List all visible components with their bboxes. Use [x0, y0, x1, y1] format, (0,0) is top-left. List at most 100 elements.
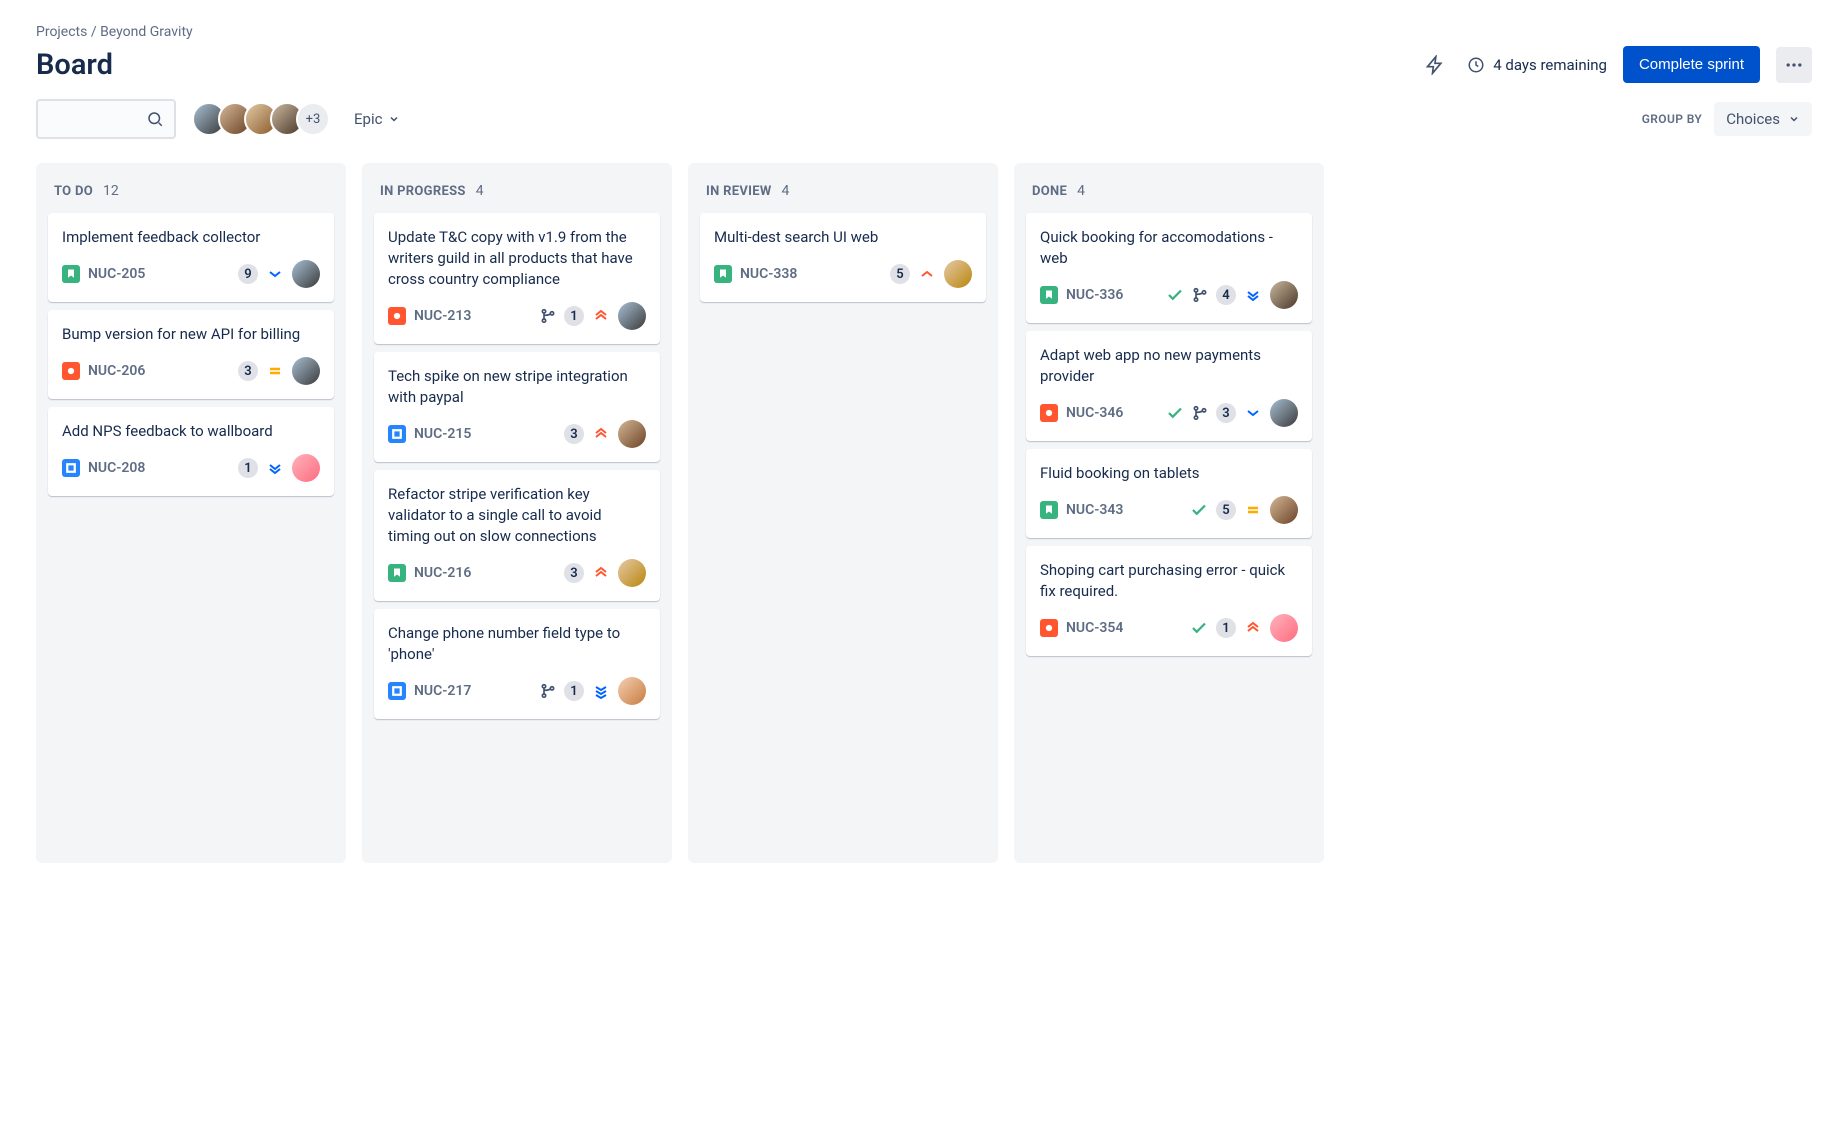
column-header: DONE 4 — [1026, 175, 1312, 213]
issue-key[interactable]: NUC-336 — [1066, 287, 1123, 303]
check-icon — [1190, 619, 1208, 637]
column-todo: TO DO 12 Implement feedback collector NU… — [36, 163, 346, 863]
issue-card[interactable]: Implement feedback collector NUC-205 9 — [48, 213, 334, 302]
card-title: Change phone number field type to 'phone… — [388, 623, 646, 665]
card-title: Update T&C copy with v1.9 from the write… — [388, 227, 646, 290]
issue-key[interactable]: NUC-217 — [414, 683, 471, 699]
issue-key[interactable]: NUC-213 — [414, 308, 471, 324]
story-icon — [62, 265, 80, 283]
ellipsis-icon — [1784, 55, 1804, 75]
breadcrumb-projects[interactable]: Projects — [36, 24, 87, 40]
issue-key[interactable]: NUC-338 — [740, 266, 797, 282]
branch-icon — [1192, 287, 1208, 303]
issue-card[interactable]: Change phone number field type to 'phone… — [374, 609, 660, 719]
branch-icon — [540, 308, 556, 324]
assignee-avatar[interactable] — [1270, 496, 1298, 524]
issue-card[interactable]: Adapt web app no new payments provider N… — [1026, 331, 1312, 441]
story-icon — [714, 265, 732, 283]
story-points-badge: 9 — [238, 264, 258, 284]
priority-icon — [592, 564, 610, 582]
card-title: Multi-dest search UI web — [714, 227, 972, 248]
priority-icon — [592, 307, 610, 325]
complete-sprint-button[interactable]: Complete sprint — [1623, 46, 1760, 83]
avatar-overflow[interactable]: +3 — [296, 102, 330, 136]
issue-card[interactable]: Quick booking for accomodations - web NU… — [1026, 213, 1312, 323]
breadcrumb: Projects / Beyond Gravity — [36, 24, 1812, 40]
column-header: IN REVIEW 4 — [700, 175, 986, 213]
issue-key[interactable]: NUC-206 — [88, 363, 145, 379]
assignee-avatar[interactable] — [618, 677, 646, 705]
column-title: IN PROGRESS — [380, 184, 466, 199]
assignee-avatar[interactable] — [1270, 399, 1298, 427]
search-input[interactable] — [48, 111, 146, 127]
story-points-badge: 3 — [1216, 403, 1236, 423]
groupby-label: GROUP BY — [1642, 112, 1703, 126]
issue-key[interactable]: NUC-216 — [414, 565, 471, 581]
issue-card[interactable]: Bump version for new API for billing NUC… — [48, 310, 334, 399]
card-title: Refactor stripe verification key validat… — [388, 484, 646, 547]
column-header: TO DO 12 — [48, 175, 334, 213]
priority-icon — [592, 425, 610, 443]
epic-dropdown[interactable]: Epic — [346, 104, 408, 134]
issue-card[interactable]: Shoping cart purchasing error - quick fi… — [1026, 546, 1312, 656]
card-title: Implement feedback collector — [62, 227, 320, 248]
search-input-wrapper[interactable] — [36, 99, 176, 139]
priority-icon — [918, 265, 936, 283]
assignee-avatar[interactable] — [292, 260, 320, 288]
column-done: DONE 4 Quick booking for accomodations -… — [1014, 163, 1324, 863]
issue-key[interactable]: NUC-215 — [414, 426, 471, 442]
issue-key[interactable]: NUC-205 — [88, 266, 145, 282]
more-actions-button[interactable] — [1776, 47, 1812, 83]
column-header: IN PROGRESS 4 — [374, 175, 660, 213]
bug-icon — [62, 362, 80, 380]
column-title: TO DO — [54, 184, 93, 199]
issue-card[interactable]: Refactor stripe verification key validat… — [374, 470, 660, 601]
assignee-avatar[interactable] — [1270, 281, 1298, 309]
story-points-badge: 3 — [564, 424, 584, 444]
issue-card[interactable]: Fluid booking on tablets NUC-343 5 — [1026, 449, 1312, 538]
days-remaining: 4 days remaining — [1467, 56, 1607, 74]
priority-icon — [266, 362, 284, 380]
card-title: Tech spike on new stripe integration wit… — [388, 366, 646, 408]
card-title: Fluid booking on tablets — [1040, 463, 1298, 484]
story-icon — [1040, 501, 1058, 519]
task-icon — [388, 682, 406, 700]
story-points-badge: 1 — [564, 681, 584, 701]
priority-icon — [266, 265, 284, 283]
assignee-avatar[interactable] — [618, 302, 646, 330]
issue-key[interactable]: NUC-346 — [1066, 405, 1123, 421]
automation-icon[interactable] — [1419, 49, 1451, 81]
issue-key[interactable]: NUC-343 — [1066, 502, 1123, 518]
breadcrumb-project-name[interactable]: Beyond Gravity — [100, 24, 193, 40]
assignee-avatar[interactable] — [292, 454, 320, 482]
issue-card[interactable]: Multi-dest search UI web NUC-338 5 — [700, 213, 986, 302]
column-inprog: IN PROGRESS 4 Update T&C copy with v1.9 … — [362, 163, 672, 863]
story-points-badge: 3 — [238, 361, 258, 381]
story-points-badge: 1 — [1216, 618, 1236, 638]
assignee-avatar[interactable] — [618, 559, 646, 587]
bug-icon — [388, 307, 406, 325]
column-count: 4 — [1077, 183, 1085, 199]
story-points-badge: 1 — [564, 306, 584, 326]
issue-card[interactable]: Update T&C copy with v1.9 from the write… — [374, 213, 660, 344]
page-title: Board — [36, 48, 113, 82]
assignee-avatar[interactable] — [1270, 614, 1298, 642]
issue-key[interactable]: NUC-354 — [1066, 620, 1123, 636]
column-count: 12 — [103, 183, 119, 199]
check-icon — [1166, 404, 1184, 422]
assignee-avatar[interactable] — [292, 357, 320, 385]
card-title: Adapt web app no new payments provider — [1040, 345, 1298, 387]
card-title: Bump version for new API for billing — [62, 324, 320, 345]
assignee-filter[interactable]: +3 — [192, 102, 330, 136]
chevron-down-icon — [388, 113, 400, 125]
assignee-avatar[interactable] — [618, 420, 646, 448]
assignee-avatar[interactable] — [944, 260, 972, 288]
card-title: Add NPS feedback to wallboard — [62, 421, 320, 442]
issue-card[interactable]: Add NPS feedback to wallboard NUC-208 1 — [48, 407, 334, 496]
card-title: Quick booking for accomodations - web — [1040, 227, 1298, 269]
column-review: IN REVIEW 4 Multi-dest search UI web NUC… — [688, 163, 998, 863]
groupby-dropdown[interactable]: Choices — [1714, 102, 1812, 136]
issue-key[interactable]: NUC-208 — [88, 460, 145, 476]
column-count: 4 — [476, 183, 484, 199]
issue-card[interactable]: Tech spike on new stripe integration wit… — [374, 352, 660, 462]
